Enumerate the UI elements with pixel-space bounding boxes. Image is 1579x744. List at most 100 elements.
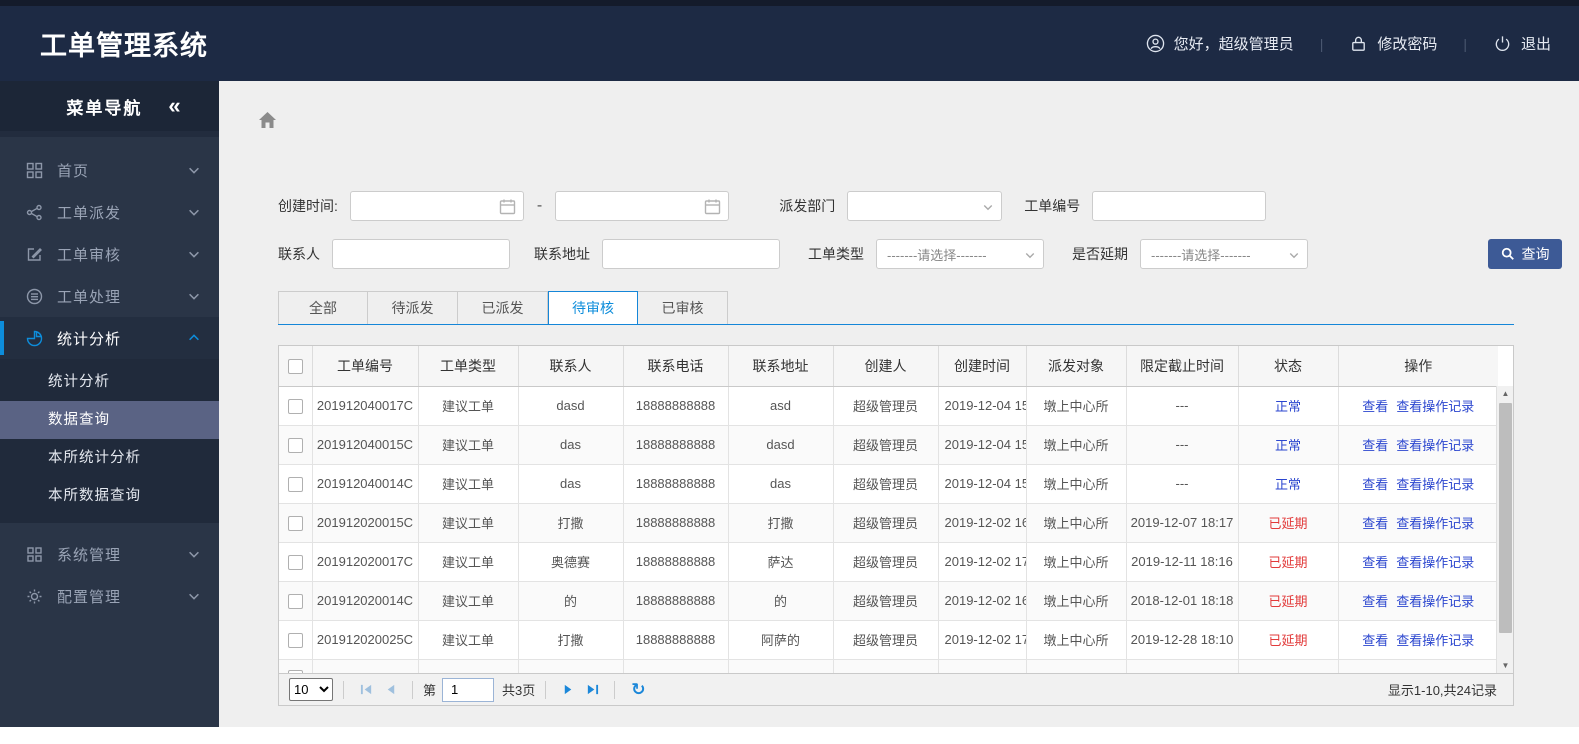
cell-created: 2019-12-04 15 [938, 386, 1027, 426]
filter-row-1: 创建时间: - 派发部门 工单编号 [278, 191, 1579, 221]
row-checkbox[interactable] [287, 437, 303, 453]
divider: | [1463, 35, 1467, 52]
status-tabs: 全部 待派发 已派发 待审核 已审核 [278, 291, 1514, 325]
search-button[interactable]: 查询 [1488, 239, 1562, 269]
user-greeting[interactable]: 您好，超级管理员 [1146, 33, 1294, 54]
row-checkbox[interactable] [287, 515, 303, 531]
scroll-up-icon[interactable]: ▲ [1497, 386, 1513, 401]
sidebar-item-statistics[interactable]: 统计分析 [0, 317, 219, 359]
row-checkbox[interactable] [287, 669, 303, 673]
view-log-link[interactable]: 查看操作记录 [1396, 516, 1474, 531]
share-icon [26, 204, 43, 221]
contact-field[interactable] [333, 240, 509, 268]
view-log-link[interactable]: 查看操作记录 [1396, 555, 1474, 570]
view-log-link[interactable]: 查看操作记录 [1396, 633, 1474, 648]
view-log-link[interactable]: 查看操作记录 [1396, 594, 1474, 609]
refresh-icon[interactable]: ↻ [631, 680, 645, 700]
date-to-field[interactable] [556, 192, 729, 220]
cell-creator: 超级管理员 [833, 542, 939, 582]
contact-input[interactable] [332, 239, 510, 269]
prev-page-button[interactable] [381, 681, 399, 699]
logout-button[interactable]: 退出 [1493, 33, 1551, 54]
home-icon[interactable] [258, 111, 277, 129]
row-checkbox[interactable] [287, 476, 303, 492]
scrollbar-thumb[interactable] [1499, 403, 1512, 633]
tab-pending-dispatch[interactable]: 待派发 [368, 291, 458, 324]
page-number-input[interactable] [442, 677, 495, 702]
sidebar-item-dispatch[interactable]: 工单派发 [0, 191, 219, 233]
tab-all[interactable]: 全部 [278, 291, 368, 324]
sidebar-header: 菜单导航 « [0, 81, 219, 137]
view-link[interactable]: 查看 [1362, 633, 1388, 648]
submenu-item-branch-data-query[interactable]: 本所数据查询 [0, 477, 219, 515]
address-input[interactable] [602, 239, 780, 269]
cell-order-no: 201912040017C [312, 386, 419, 426]
tab-reviewed[interactable]: 已审核 [638, 291, 728, 324]
row-select-cell [279, 386, 313, 426]
page-size-select[interactable]: 10 [289, 678, 333, 701]
sidebar-item-system[interactable]: 系统管理 [0, 533, 219, 575]
first-page-button[interactable] [357, 681, 375, 699]
view-log-link[interactable]: 查看操作记录 [1396, 438, 1474, 453]
process-icon [26, 288, 43, 305]
view-link[interactable]: 查看 [1362, 516, 1388, 531]
date-to-input[interactable] [555, 191, 730, 221]
submenu-item-statistics-analysis[interactable]: 统计分析 [0, 363, 219, 401]
calendar-icon[interactable] [499, 198, 516, 215]
change-password-button[interactable]: 修改密码 [1349, 33, 1437, 54]
sidebar-item-process[interactable]: 工单处理 [0, 275, 219, 317]
col-order-type: 工单类型 [418, 346, 519, 387]
row-checkbox[interactable] [287, 398, 303, 414]
sidebar-item-home[interactable]: 首页 [0, 149, 219, 191]
cell-status: 已延期 [1238, 581, 1339, 621]
row-checkbox[interactable] [287, 593, 303, 609]
view-log-link[interactable]: 查看操作记录 [1396, 477, 1474, 492]
select-all-checkbox[interactable] [287, 359, 303, 375]
view-link[interactable]: 查看 [1362, 477, 1388, 492]
dispatch-dept-select[interactable] [847, 191, 1003, 221]
order-type-select[interactable]: -------请选择------- [876, 239, 1044, 269]
cell-deadline: 2019-12-11 18:16 [1126, 542, 1239, 582]
view-link[interactable]: 查看 [1362, 399, 1388, 414]
submenu-item-data-query[interactable]: 数据查询 [0, 401, 219, 439]
work-order-table-panel: 工单编号 工单类型 联系人 联系电话 联系地址 创建人 创建时间 派发对象 限定… [278, 345, 1514, 706]
order-no-input[interactable] [1092, 191, 1267, 221]
table-scrollbar[interactable]: ▲ ▼ [1496, 386, 1513, 673]
sidebar-item-review[interactable]: 工单审核 [0, 233, 219, 275]
date-from-field[interactable] [350, 192, 523, 220]
submenu-item-branch-statistics[interactable]: 本所统计分析 [0, 439, 219, 477]
delay-select[interactable]: -------请选择------- [1140, 239, 1308, 269]
cell-actions: 查看 查看操作记录 [1338, 620, 1498, 660]
cell-contact: das [518, 425, 624, 465]
cell-order-no: 201912020017C [312, 542, 419, 582]
order-no-field[interactable] [1093, 192, 1266, 220]
collapse-sidebar-icon[interactable]: « [168, 95, 186, 117]
view-link[interactable]: 查看 [1362, 555, 1388, 570]
calendar-icon[interactable] [704, 198, 721, 215]
cell-created: 2019-12-02 17 [938, 620, 1027, 660]
cell-order-no: 201912020014C [312, 581, 419, 621]
tab-pending-review[interactable]: 待审核 [548, 291, 638, 325]
sidebar-item-config[interactable]: 配置管理 [0, 575, 219, 617]
row-checkbox[interactable] [287, 554, 303, 570]
app-title: 工单管理系统 [40, 31, 208, 61]
date-from-input[interactable] [349, 191, 524, 221]
statistics-submenu: 统计分析 数据查询 本所统计分析 本所数据查询 [0, 359, 219, 523]
view-link[interactable]: 查看 [1362, 438, 1388, 453]
next-page-button[interactable] [559, 681, 577, 699]
power-icon [1493, 34, 1512, 53]
cell-created: 2019-12-02 16 [938, 581, 1027, 621]
cell-order-type: 建议工单 [418, 542, 519, 582]
divider [343, 680, 344, 699]
last-page-button[interactable] [583, 681, 601, 699]
view-link[interactable]: 查看 [1362, 594, 1388, 609]
table-body: 201912040017C 建议工单 dasd 18888888888 asd 超级管理员… [279, 386, 1498, 673]
view-log-link[interactable]: 查看操作记录 [1396, 399, 1474, 414]
scroll-down-icon[interactable]: ▼ [1497, 658, 1513, 673]
address-field[interactable] [603, 240, 779, 268]
row-select-cell [279, 659, 313, 673]
cell-address: 打撒 [728, 503, 834, 543]
greeting-text: 您好，超级管理员 [1173, 36, 1294, 53]
row-checkbox[interactable] [287, 632, 303, 648]
tab-dispatched[interactable]: 已派发 [458, 291, 548, 324]
